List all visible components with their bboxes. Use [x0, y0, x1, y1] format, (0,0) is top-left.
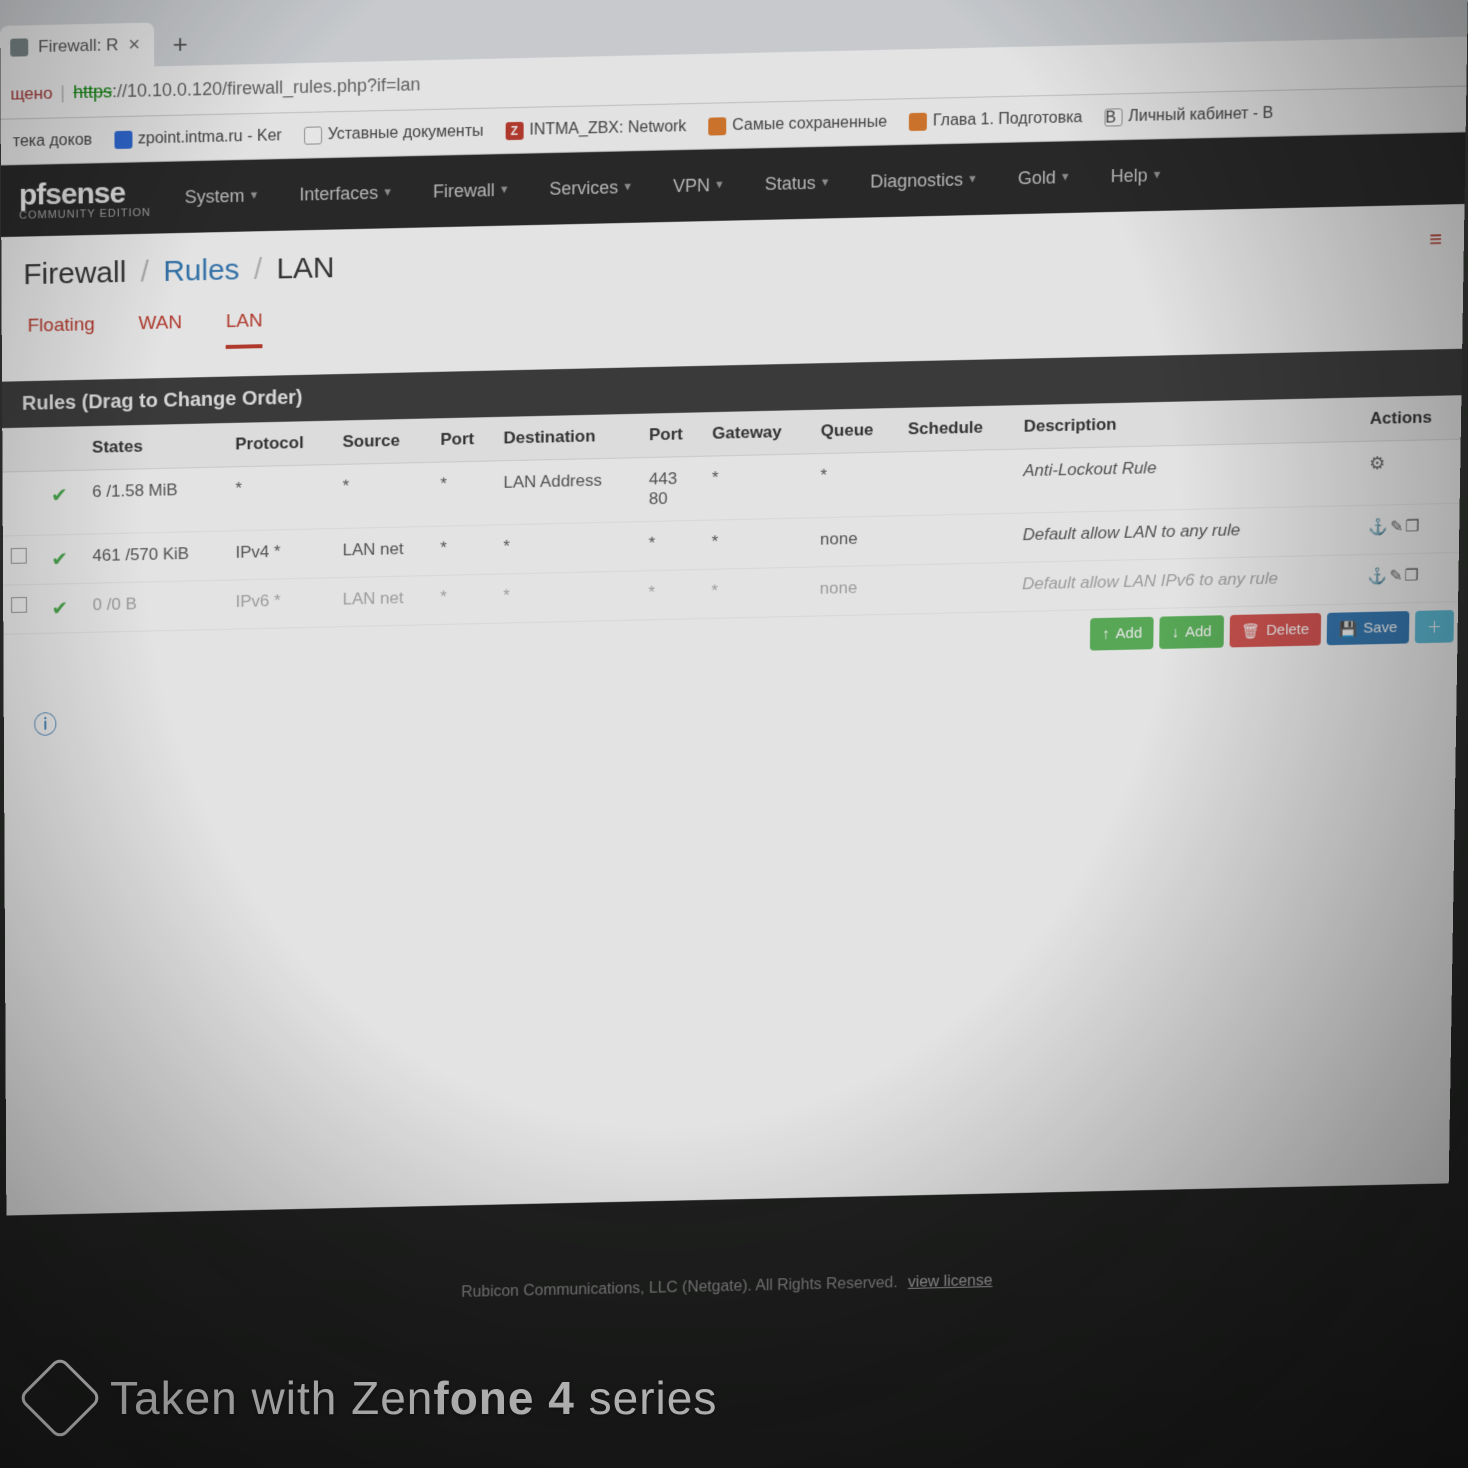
tab-wan[interactable]: WAN	[139, 312, 183, 351]
save-button[interactable]: 💾 Save	[1327, 611, 1410, 645]
caret-down-icon: ▼	[249, 190, 260, 202]
close-icon[interactable]: ×	[128, 33, 140, 56]
col-header: Queue	[813, 408, 900, 454]
bookmark-label: Личный кабинет - В	[1128, 104, 1273, 125]
bookmark-icon	[114, 130, 132, 148]
edit-icon[interactable]: ✎	[1389, 568, 1403, 585]
col-header: Destination	[496, 414, 642, 461]
tab-title: Firewall: R	[38, 35, 118, 57]
caret-down-icon: ▼	[967, 173, 978, 185]
add-top-button[interactable]: ↑ Add	[1090, 617, 1154, 651]
pfsense-logo[interactable]: pfsense COMMUNITY EDITION	[19, 178, 151, 222]
col-header: States	[84, 423, 227, 470]
bookmark-icon	[909, 112, 927, 130]
rules-table: StatesProtocolSourcePortDestinationPortG…	[2, 395, 1461, 635]
bookmark-item[interactable]: Уставные документы	[304, 122, 484, 144]
camera-watermark: Taken with Zenfone 4 series	[30, 1368, 717, 1428]
anchor-icon[interactable]: ⚓	[1367, 568, 1387, 585]
nav-item[interactable]: Help ▼	[1110, 165, 1162, 187]
nav-item[interactable]: System ▼	[185, 185, 260, 208]
nav-item[interactable]: VPN ▼	[673, 175, 725, 197]
gear-icon[interactable]: ⚙	[1369, 453, 1385, 473]
new-tab-button[interactable]: +	[162, 25, 198, 62]
bookmark-icon	[708, 117, 726, 135]
col-header: Source	[335, 418, 433, 464]
bookmark-item[interactable]: Глава 1. Подготовка	[909, 109, 1083, 131]
security-label: щено	[10, 83, 52, 104]
caret-down-icon: ▼	[1060, 171, 1071, 183]
caret-down-icon: ▼	[714, 179, 725, 191]
caret-down-icon: ▼	[820, 177, 831, 189]
copy-icon[interactable]: ❐	[1404, 568, 1418, 585]
bookmark-item[interactable]: Z INTMA_ZBX: Network	[505, 118, 686, 140]
bookmark-icon	[304, 126, 322, 144]
tab-lan[interactable]: LAN	[226, 310, 263, 348]
tab-favicon	[10, 38, 28, 56]
nav-menu: System ▼ Interfaces ▼ Firewall ▼ Services ▼…	[185, 165, 1163, 208]
breadcrumb-leaf: LAN	[276, 251, 334, 285]
breadcrumb-link[interactable]: Rules	[163, 254, 239, 288]
nav-item[interactable]: Services ▼	[549, 177, 633, 200]
caret-down-icon: ▼	[382, 186, 393, 198]
bookmark-label: Уставные документы	[328, 122, 484, 143]
caret-down-icon: ▼	[1151, 169, 1162, 181]
nav-item[interactable]: Gold ▼	[1018, 167, 1071, 189]
page-body: Firewall / Rules / LAN ≡ FloatingWANLAN …	[1, 204, 1464, 1216]
browser-tab[interactable]: Firewall: R ×	[0, 22, 154, 69]
nav-item[interactable]: Diagnostics ▼	[870, 169, 978, 192]
col-header	[2, 427, 43, 472]
col-header: Protocol	[227, 421, 334, 467]
page-footer: Rubicon Communications, LLC (Netgate). A…	[7, 1253, 1448, 1322]
nav-item[interactable]: Firewall ▼	[433, 179, 510, 202]
url: https://10.10.0.120/firewall_rules.php?i…	[73, 74, 420, 103]
bookmark-item[interactable]: тека доков	[13, 131, 92, 151]
bookmark-label: Глава 1. Подготовка	[933, 109, 1083, 130]
row-checkbox[interactable]	[11, 597, 27, 613]
breadcrumb-root[interactable]: Firewall	[23, 256, 126, 291]
pass-icon: ✔	[51, 485, 68, 507]
row-checkbox[interactable]	[11, 548, 27, 564]
col-header: Description	[1015, 397, 1362, 449]
caret-down-icon: ▼	[622, 181, 633, 193]
diamond-icon	[18, 1356, 103, 1441]
page-actions-icon[interactable]: ≡	[1429, 226, 1442, 252]
separator-button[interactable]: ＋	[1415, 610, 1454, 643]
bookmark-icon: B	[1104, 108, 1122, 126]
col-header: Schedule	[900, 405, 1016, 452]
bookmark-item[interactable]: B Личный кабинет - В	[1104, 104, 1273, 126]
tab-floating[interactable]: Floating	[28, 314, 95, 353]
col-header: Gateway	[704, 410, 813, 456]
license-link[interactable]: view license	[908, 1273, 993, 1291]
bookmark-label: Самые сохраненные	[732, 113, 887, 134]
edit-icon[interactable]: ✎	[1390, 519, 1404, 536]
info-icon[interactable]: ⓘ	[33, 705, 57, 740]
bookmark-label: zpoint.intma.ru - Ker	[138, 127, 282, 148]
col-header: Actions	[1362, 395, 1462, 441]
delete-button[interactable]: 🗑 Delete	[1229, 613, 1321, 647]
bookmark-label: INTMA_ZBX: Network	[529, 118, 686, 139]
pass-icon: ✔	[51, 598, 68, 620]
col-header	[43, 426, 85, 471]
copy-icon[interactable]: ❐	[1405, 518, 1419, 535]
col-header: Port	[432, 417, 495, 462]
bookmark-icon: Z	[505, 121, 523, 139]
col-header: Port	[641, 412, 704, 457]
caret-down-icon: ▼	[499, 184, 510, 196]
nav-item[interactable]: Interfaces ▼	[299, 182, 393, 205]
anchor-icon[interactable]: ⚓	[1368, 519, 1388, 536]
pass-icon: ✔	[51, 549, 68, 571]
add-bottom-button[interactable]: ↓ Add	[1160, 615, 1224, 649]
bookmark-item[interactable]: Самые сохраненные	[708, 113, 887, 135]
nav-item[interactable]: Status ▼	[765, 172, 831, 194]
bookmark-item[interactable]: zpoint.intma.ru - Ker	[114, 127, 282, 149]
bookmark-label: тека доков	[13, 131, 92, 151]
